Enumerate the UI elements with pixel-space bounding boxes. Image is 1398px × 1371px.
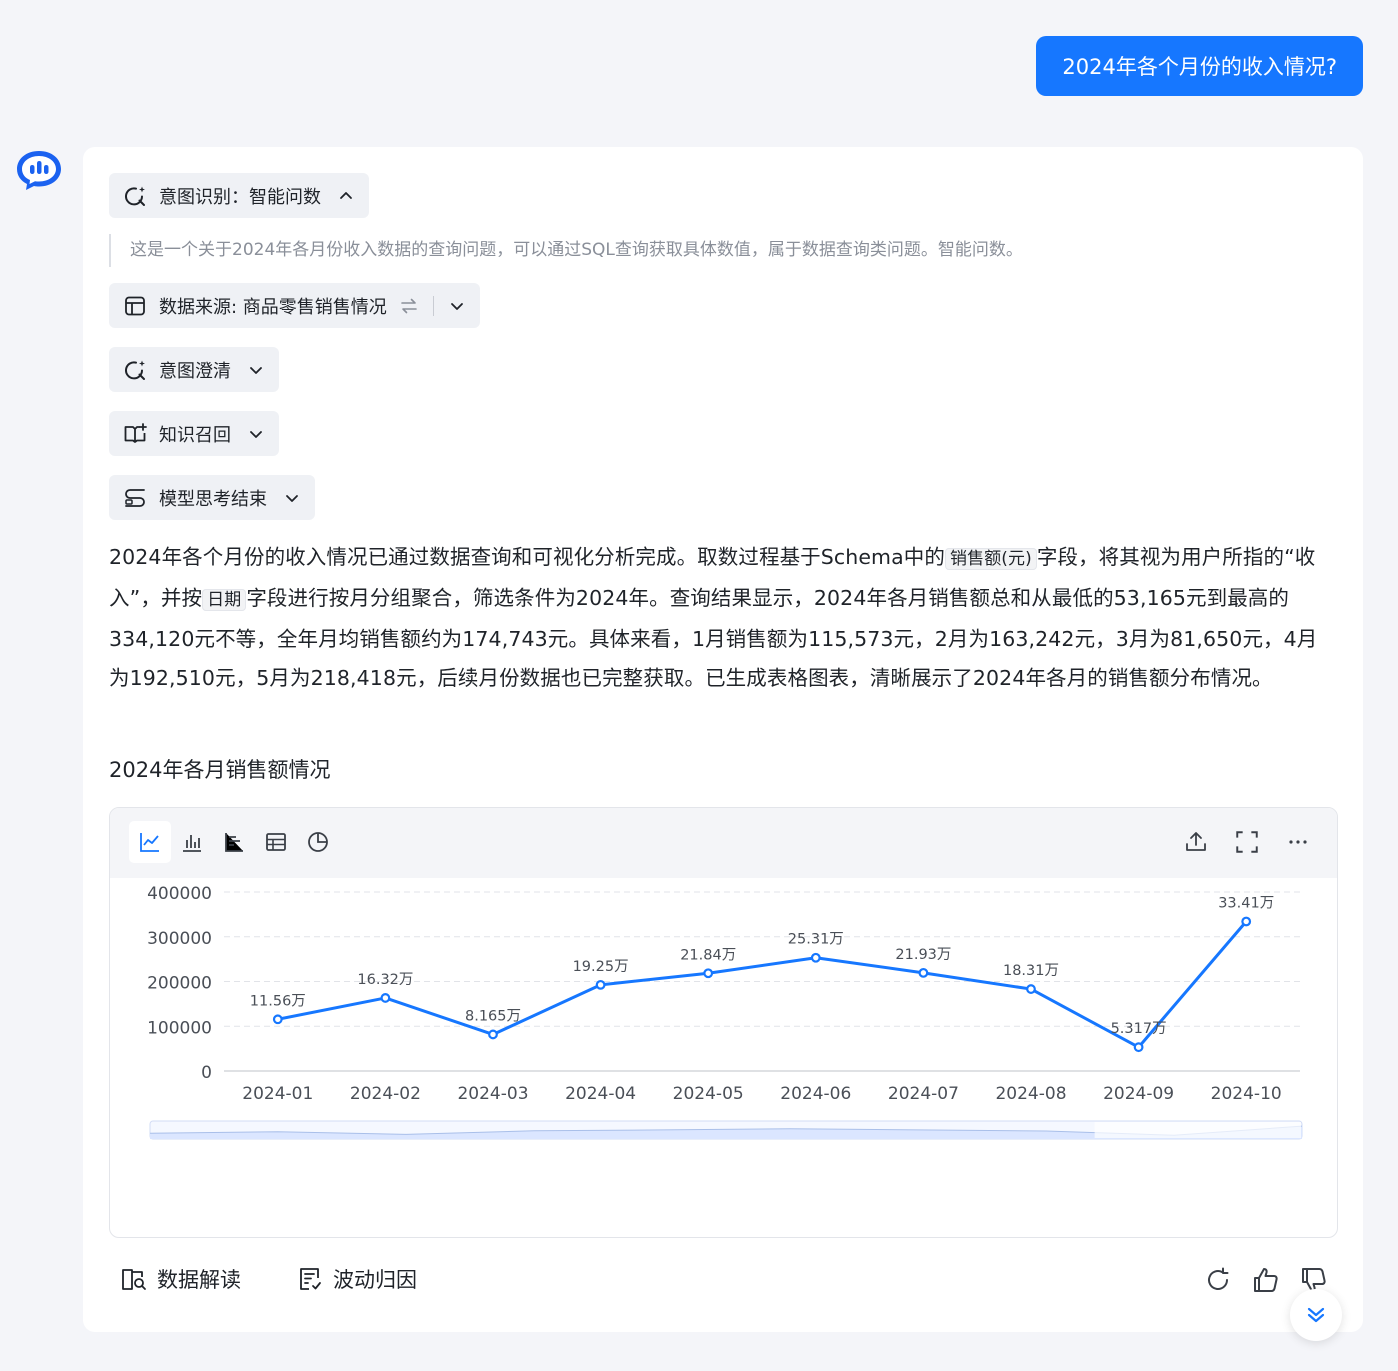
horizontal-bar-button[interactable]: [213, 821, 255, 863]
data-point: [918, 967, 929, 978]
data-point: [1133, 1042, 1144, 1053]
field-chip-date: 日期: [202, 589, 247, 611]
x-tick-label: 2024-08: [995, 1084, 1066, 1104]
table-view-button[interactable]: [255, 821, 297, 863]
zoom-slider-mask: [1094, 1122, 1301, 1138]
y-tick-label: 300000: [147, 929, 212, 949]
thumbs-up-icon[interactable]: [1251, 1265, 1281, 1295]
horizontal-bar-icon: [225, 833, 243, 852]
step-datasource[interactable]: 数据来源: 商品零售销售情况: [109, 283, 480, 328]
data-label: 21.93万: [895, 947, 951, 963]
data-label: 19.25万: [573, 959, 629, 975]
knowledge-label: 知识召回: [159, 424, 231, 446]
user-question-bubble: 2024年各个月份的收入情况?: [1036, 36, 1363, 96]
clarify-label: 意图澄清: [159, 360, 231, 382]
step-intent-clarify[interactable]: 意图澄清: [109, 347, 279, 392]
step-intent-recognition[interactable]: 意图识别：智能问数: [109, 173, 369, 218]
x-tick-label: 2024-03: [457, 1084, 528, 1104]
data-point: [703, 968, 714, 979]
intent-label: 意图识别：智能问数: [159, 186, 321, 208]
data-point: [380, 993, 391, 1003]
data-label: 33.41万: [1218, 895, 1274, 911]
x-tick-label: 2024-01: [242, 1084, 313, 1104]
double-chevron-down-icon: [1307, 1307, 1325, 1323]
y-tick-label: 0: [201, 1063, 212, 1083]
table-view-icon: [266, 833, 286, 851]
answer-card: 意图识别：智能问数 这是一个关于2024年各月份收入数据的查询问题，可以通过SQ…: [83, 147, 1363, 1332]
x-tick-label: 2024-02: [350, 1084, 421, 1104]
data-label: 18.31万: [1003, 963, 1059, 979]
data-label: 11.56万: [250, 993, 306, 1009]
x-tick-label: 2024-06: [780, 1084, 851, 1104]
intent-search-icon: [125, 186, 145, 206]
data-label: 25.31万: [788, 932, 844, 948]
line-chart-icon: [140, 833, 159, 852]
summary-text-3: 字段进行按月分组聚合，筛选条件为2024年。查询结果显示，2024年各月销售额总…: [109, 586, 1318, 690]
chevron-down-icon[interactable]: [448, 297, 466, 315]
fullscreen-button[interactable]: [1226, 821, 1268, 863]
y-tick-label: 100000: [147, 1018, 212, 1038]
export-button[interactable]: [1175, 821, 1217, 863]
data-point: [1241, 916, 1252, 927]
intent-detail: 这是一个关于2024年各月份收入数据的查询问题，可以通过SQL查询获取具体数值，…: [109, 234, 1249, 267]
field-chip-sales: 销售额(元): [945, 548, 1037, 570]
fluctuation-attribution-button[interactable]: 波动归因: [297, 1264, 417, 1294]
data-label: 5.317万: [1111, 1021, 1167, 1037]
regenerate-icon[interactable]: [1203, 1265, 1233, 1295]
data-point: [810, 952, 821, 963]
bar-chart-icon: [183, 835, 201, 852]
data-interpret-button[interactable]: 数据解读: [121, 1264, 241, 1294]
more-icon: [1289, 840, 1307, 844]
step-thinking[interactable]: 模型思考结束: [109, 475, 315, 520]
y-tick-label: 400000: [147, 884, 212, 904]
thinking-flow-icon: [125, 488, 145, 507]
more-button[interactable]: [1277, 821, 1319, 863]
line-chart-button[interactable]: [129, 821, 171, 863]
data-point: [488, 1029, 498, 1040]
chevron-down-icon[interactable]: [247, 425, 265, 443]
datasource-label: 数据来源: 商品零售销售情况: [159, 296, 387, 318]
data-point: [1026, 984, 1036, 994]
data-interpret-label: 数据解读: [157, 1268, 241, 1292]
series-line: [277, 920, 1248, 1049]
clarify-search-icon: [125, 360, 145, 380]
book-icon: [124, 422, 147, 443]
table-icon: [125, 296, 145, 315]
report-icon: [300, 1268, 321, 1290]
data-label: 21.84万: [680, 947, 736, 963]
scroll-to-bottom-button[interactable]: [1290, 1289, 1342, 1341]
data-point: [595, 979, 606, 990]
chevron-down-icon[interactable]: [247, 361, 265, 379]
answer-summary: 2024年各个月份的收入情况已通过数据查询和可视化分析完成。取数过程基于Sche…: [109, 538, 1337, 698]
data-label: 8.165万: [465, 1008, 521, 1024]
pie-chart-icon: [308, 832, 328, 852]
x-tick-label: 2024-07: [888, 1084, 959, 1104]
datasource-divider: [432, 295, 434, 316]
line-chart: 0 100000 200000 300000 400000 2024-01 2024-02…: [147, 884, 1303, 1140]
thinking-label: 模型思考结束: [159, 488, 267, 510]
fullscreen-icon: [1236, 831, 1258, 853]
bar-chart-button[interactable]: [171, 821, 213, 863]
fluctuation-attribution-label: 波动归因: [333, 1268, 417, 1292]
chart-title: 2024年各月销售额情况: [109, 758, 331, 782]
chart-card: 0 100000 200000 300000 400000 2024-01 2024-02…: [109, 807, 1338, 1238]
user-question-text: 2024年各个月份的收入情况?: [1062, 55, 1337, 79]
x-tick-label: 2024-05: [673, 1084, 744, 1104]
x-tick-label: 2024-04: [565, 1084, 636, 1104]
chevron-up-icon[interactable]: [337, 187, 355, 205]
step-knowledge-recall[interactable]: 知识召回: [109, 411, 279, 456]
data-label: 16.32万: [357, 972, 413, 988]
x-tick-label: 2024-09: [1103, 1084, 1174, 1104]
data-point: [272, 1014, 283, 1025]
x-tick-label: 2024-10: [1211, 1084, 1282, 1104]
book-search-icon: [122, 1269, 146, 1290]
upload-icon: [1186, 832, 1206, 851]
chart-toolbar: [110, 808, 1337, 878]
y-tick-label: 200000: [147, 974, 212, 994]
chevron-down-icon[interactable]: [283, 489, 301, 507]
bot-avatar-icon: [17, 151, 61, 190]
summary-text-1: 2024年各个月份的收入情况已通过数据查询和可视化分析完成。取数过程基于Sche…: [109, 545, 945, 569]
pie-chart-button[interactable]: [297, 821, 339, 863]
swap-icon[interactable]: [399, 296, 419, 316]
